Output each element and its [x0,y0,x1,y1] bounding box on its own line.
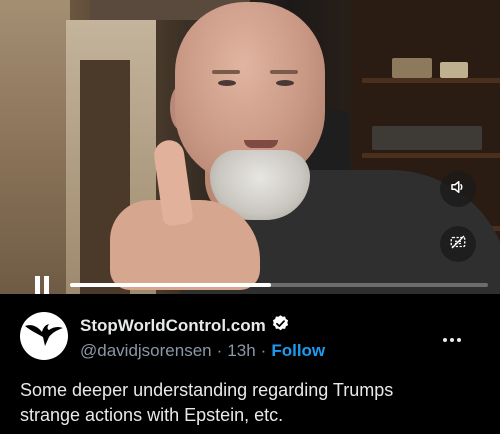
separator: · [216,341,223,360]
avatar[interactable] [20,312,68,360]
separator: · [260,341,267,360]
author-meta-row: @davidjsorensen · 13h · Follow [80,341,325,361]
follow-button[interactable]: Follow [271,341,325,361]
progress-fill [70,283,271,287]
eagle-logo-icon [24,319,64,354]
progress-scrubber[interactable] [70,283,488,287]
more-options-button[interactable] [440,330,464,350]
playback-controls [0,270,500,294]
speaker-icon [449,178,467,201]
volume-button[interactable] [440,171,476,207]
video-player[interactable] [0,0,500,294]
author-name-row: StopWorldControl.com [80,314,290,338]
more-horizontal-icon [443,338,461,342]
verified-badge-icon [271,314,290,338]
tweet-text: Some deeper understanding regarding Trum… [20,378,480,428]
tweet-text-line: Some deeper understanding regarding Trum… [20,380,394,400]
timestamp[interactable]: 13h [227,341,255,361]
captions-off-icon [449,233,467,256]
pause-button[interactable] [33,276,51,294]
display-name[interactable]: StopWorldControl.com [80,316,266,336]
author-handle[interactable]: @davidjsorensen [80,341,212,361]
pause-icon [35,276,40,294]
tweet-text-line: strange actions with Epstein, etc. [20,405,284,425]
captions-button[interactable] [440,226,476,262]
